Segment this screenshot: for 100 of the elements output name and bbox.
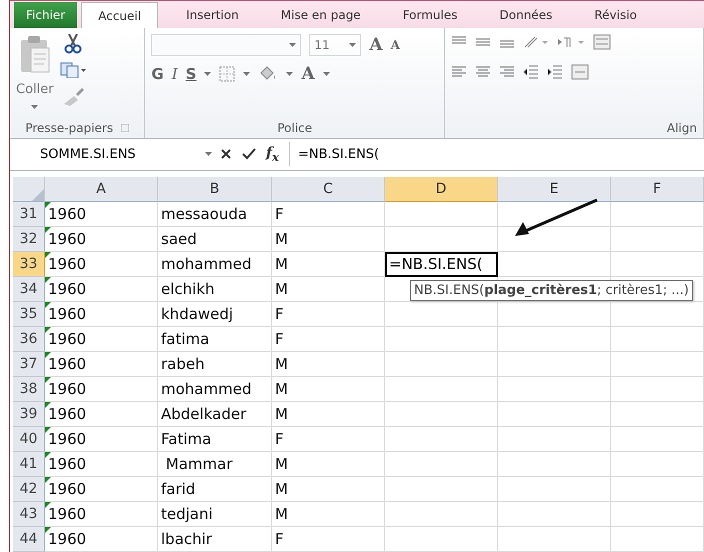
merge-cells-icon[interactable] — [571, 64, 590, 80]
table-cell: elchikh — [158, 276, 272, 302]
grow-font-button[interactable]: A — [369, 35, 383, 56]
table-cell: farid — [158, 476, 272, 502]
row-header[interactable]: 32 — [13, 226, 45, 252]
row-header[interactable]: 40 — [13, 426, 45, 452]
brush-icon[interactable] — [62, 86, 84, 106]
row-header[interactable]: 39 — [13, 402, 45, 427]
active-cell[interactable]: =NB.SI.ENS( — [385, 252, 498, 277]
column-header[interactable]: C — [272, 176, 385, 202]
name-box[interactable]: SOMME.SI.ENS — [10, 142, 220, 166]
text-angle-icon[interactable] — [523, 35, 550, 50]
ribbon-tab[interactable]: Insertion — [172, 2, 253, 28]
table-cell: 1960 — [45, 326, 158, 352]
table-cell: lbachir — [158, 526, 272, 552]
cancel-icon[interactable] — [220, 148, 232, 160]
table-cell: F — [272, 326, 385, 352]
row-header[interactable]: 38 — [13, 376, 45, 402]
dropdown-caret-icon[interactable] — [205, 152, 212, 156]
align-right-icon[interactable] — [499, 66, 516, 78]
row-header[interactable]: 35 — [13, 302, 45, 327]
table-cell: messaouda — [158, 202, 272, 227]
wrap-text-icon[interactable] — [593, 34, 612, 50]
paragraph-direction-icon[interactable] — [557, 35, 586, 50]
ribbon-tab[interactable]: Données — [486, 2, 566, 28]
table-cell: M — [272, 502, 385, 527]
table-cell: Abdelkader — [158, 402, 272, 427]
function-tooltip: NB.SI.ENS(plage_critères1; critères1; ...) — [410, 280, 693, 301]
copy-icon[interactable] — [60, 62, 86, 78]
underline-button[interactable]: S — [186, 65, 196, 84]
table-cell: 1960 — [45, 452, 158, 477]
table-cell: F — [272, 526, 385, 552]
row-header[interactable]: 36 — [13, 326, 45, 352]
formula-field[interactable]: =NB.SI.ENS( — [288, 142, 704, 166]
align-left-icon[interactable] — [451, 66, 468, 78]
align-middle-icon[interactable] — [475, 36, 492, 48]
row-header[interactable]: 33 — [13, 252, 45, 277]
table-cell: 1960 — [45, 226, 158, 252]
column-header[interactable]: F — [611, 176, 704, 202]
font-name-field[interactable] — [151, 34, 302, 56]
column-header[interactable]: A — [45, 176, 158, 202]
dropdown-caret-icon[interactable] — [286, 72, 294, 76]
check-icon[interactable] — [242, 148, 256, 160]
group-label: Align — [666, 120, 697, 135]
dropdown-caret-icon[interactable] — [349, 43, 356, 48]
table-cell: fatima — [158, 326, 272, 352]
table-cell: 1960 — [45, 352, 158, 377]
column-header[interactable]: B — [158, 176, 272, 202]
file-tab[interactable]: Fichier — [14, 2, 78, 28]
table-cell: 1960 — [45, 426, 158, 452]
row-header[interactable]: 31 — [13, 202, 45, 227]
bold-button[interactable]: G — [151, 65, 164, 84]
dropdown-caret-icon[interactable] — [31, 105, 38, 110]
italic-button[interactable]: I — [172, 65, 178, 84]
row-header[interactable]: 37 — [13, 352, 45, 377]
borders-icon[interactable] — [219, 66, 236, 82]
ribbon-tab[interactable]: Accueil — [81, 2, 158, 28]
row-header[interactable]: 44 — [13, 526, 45, 552]
row-header[interactable]: 43 — [13, 502, 45, 527]
ribbon-tab[interactable]: Mise en page — [266, 2, 375, 28]
ribbon-tab[interactable]: Formules — [388, 2, 472, 28]
column-header[interactable]: D — [385, 176, 498, 202]
table-cell: 1960 — [45, 502, 158, 527]
table-cell: rabeh — [158, 352, 272, 377]
table-cell: M — [272, 252, 385, 277]
font-color-button[interactable]: A — [301, 64, 315, 84]
ribbon-tab[interactable]: Révisio — [580, 2, 651, 28]
increase-indent-icon[interactable] — [547, 65, 564, 80]
paste-label[interactable]: Coller — [16, 82, 54, 98]
table-cell: M — [272, 226, 385, 252]
row-header[interactable]: 41 — [13, 452, 45, 477]
table-cell: khdawedj — [158, 302, 272, 327]
table-cell: M — [272, 476, 385, 502]
table-cell: 1960 — [45, 402, 158, 427]
insert-function-button[interactable]: f$_{x}$ — [266, 144, 279, 164]
dropdown-caret-icon[interactable] — [204, 72, 212, 76]
scissors-icon[interactable] — [64, 34, 82, 54]
group-label: Presse-papiers — [25, 120, 114, 135]
table-cell: M — [272, 276, 385, 302]
row-header[interactable]: 34 — [13, 276, 45, 302]
table-cell: M — [272, 402, 385, 427]
table-cell: M — [272, 352, 385, 377]
table-cell: Fatima — [158, 426, 272, 452]
table-cell: saed — [158, 226, 272, 252]
clipboard-icon[interactable] — [18, 34, 51, 74]
shrink-font-button[interactable]: A — [390, 38, 400, 52]
dropdown-caret-icon[interactable] — [322, 72, 330, 76]
table-cell: M — [272, 452, 385, 477]
table-cell: F — [272, 202, 385, 227]
align-center-icon[interactable] — [475, 66, 492, 78]
font-size-field[interactable]: 11 — [309, 34, 362, 56]
table-cell: Mammar — [158, 452, 272, 477]
table-cell: tedjani — [158, 502, 272, 527]
row-header[interactable]: 42 — [13, 476, 45, 502]
decrease-indent-icon[interactable] — [523, 65, 540, 80]
column-header[interactable]: E — [498, 176, 611, 202]
table-cell: 1960 — [45, 302, 158, 327]
dropdown-caret-icon[interactable] — [289, 43, 296, 48]
dropdown-caret-icon[interactable] — [243, 72, 250, 76]
table-cell: 1960 — [45, 476, 158, 502]
